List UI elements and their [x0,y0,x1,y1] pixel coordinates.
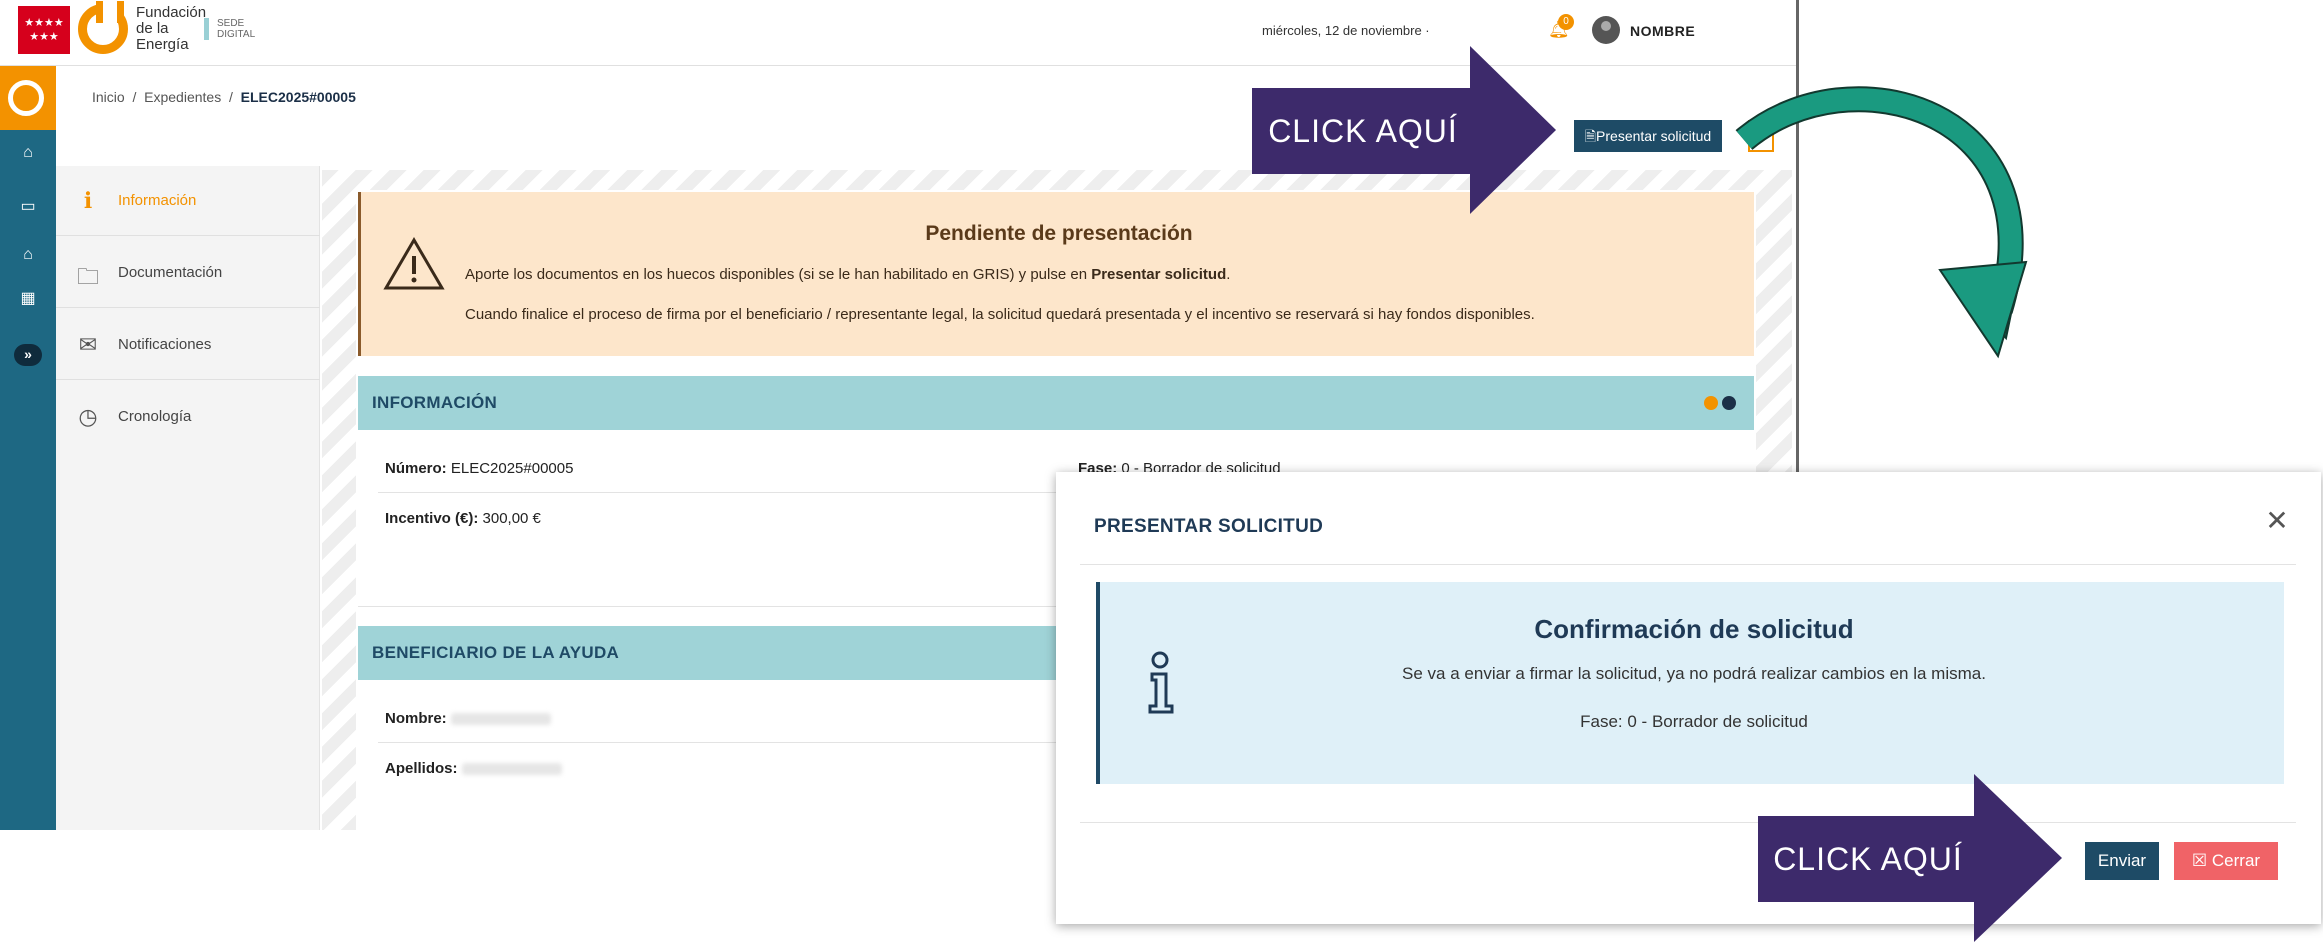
cerrar-button[interactable]: ☒ Cerrar [2174,842,2278,880]
rail-logo[interactable] [0,66,56,130]
submenu-label: Cronología [118,408,192,425]
breadcrumb-separator: / [228,89,233,105]
breadcrumb-separator: / [132,89,137,105]
click-here-callout: CLICK AQUÍ [1758,816,1978,902]
envelope-icon: ✉ [78,332,98,357]
breadcrumb-home[interactable]: Inicio [92,89,125,105]
warning-text-part: Aporte los documentos en los huecos disp… [465,266,1092,283]
expand-icon[interactable]: » [14,344,42,366]
submenu-item-documentacion[interactable]: 🗀 Documentación [56,238,320,308]
archive-icon[interactable]: ▭ [15,196,41,216]
blurred-value [461,763,562,776]
callout-arrowhead [1470,46,1556,214]
numero-field: Número: ELEC2025#00005 [385,460,573,477]
blurred-value [450,713,551,726]
folder-icon: 🗀 [76,264,99,289]
info-panel-header[interactable]: INFORMACIÓN [358,376,1754,430]
panel-title: INFORMACIÓN [372,393,498,412]
warning-text: Cuando finalice el proceso de firma por … [465,306,1535,323]
callout-arrowhead [1974,774,2062,942]
submenu-label: Documentación [118,264,223,281]
store-icon[interactable]: ⌂ [15,246,41,266]
modal-title: PRESENTAR SOLICITUD [1094,516,1324,537]
submenu-item-informacion[interactable]: ℹ Información [56,166,320,236]
flow-arrow [1735,86,2028,359]
warning-text: Aporte los documentos en los huecos disp… [465,266,1230,283]
submenu-item-notificaciones[interactable]: ✉ Notificaciones [56,310,320,380]
presentar-solicitud-modal: PRESENTAR SOLICITUD ✕ Confirmación de so… [1056,472,2321,924]
warning-text-part: . [1226,266,1231,283]
warning-title: Pendiente de presentación [925,222,1193,245]
comunidad-madrid-logo: ★★★★ ★★★ [18,6,70,54]
sede-digital-label: SEDE DIGITAL [204,18,255,40]
submenu-label: Notificaciones [118,336,212,353]
brand-line: Energía [136,36,189,53]
field-label: Incentivo (€): [385,510,479,527]
divider [358,606,1058,607]
divider [378,492,1078,493]
submenu-label: Información [118,192,197,209]
field-value: ELEC2025#00005 [450,460,574,477]
home-icon[interactable]: ⌂ [15,144,41,164]
confirm-message: Se va a enviar a firmar la solicitud, ya… [1402,664,1986,683]
field-label: Apellidos: [385,760,458,777]
panel-title: BENEFICIARIO DE LA AYUDA [372,643,620,662]
breadcrumb-expedientes[interactable]: Expedientes [144,89,221,105]
confirm-phase: Fase: 0 - Borrador de solicitud [1580,712,1808,731]
submenu-item-cronologia[interactable]: ◷ Cronología [56,382,320,452]
current-date: miércoles, 12 de noviembre · [1262,23,1430,38]
left-rail [0,66,56,830]
brand-name: Fundación de la Energía [136,5,206,53]
enviar-button[interactable]: Enviar [2085,842,2159,880]
close-icon: ☒ [2191,851,2208,870]
button-label: Cerrar [2211,851,2261,870]
info-icon: ℹ [83,188,93,213]
click-here-callout: CLICK AQUÍ [1252,88,1474,174]
brand-line: de la [136,20,169,37]
building-icon[interactable]: ▦ [15,288,41,308]
clock-icon: ◷ [78,404,98,429]
nombre-field: Nombre: [385,710,551,727]
field-label: Número: [385,460,447,477]
field-label: Nombre: [385,710,447,727]
notification-badge: 0 [1558,14,1574,30]
button-label: Presentar solicitud [1596,128,1712,144]
presentar-solicitud-button[interactable]: 🗎Presentar solicitud [1574,120,1722,152]
incentivo-field: Incentivo (€): 300,00 € [385,510,541,527]
expediente-submenu: ℹ Información 🗀 Documentación ✉ Notifica… [56,166,320,830]
expand-icon[interactable] [1704,396,1718,410]
apellidos-field: Apellidos: [385,760,562,777]
close-icon[interactable]: ✕ [2262,506,2292,536]
divider [1080,822,2296,823]
warning-text-bold: Presentar solicitud [1091,266,1227,283]
avatar[interactable] [1592,16,1620,44]
sede-line: DIGITAL [217,29,256,40]
user-name[interactable]: NOMBRE [1630,23,1695,39]
fundacion-energia-logo [78,1,128,54]
confirm-title: Confirmación de solicitud [1534,614,1854,644]
brand-line: Fundación [136,4,207,21]
pending-warning: Pendiente de presentación Aporte los doc… [358,192,1754,356]
breadcrumb: Inicio / Expedientes / ELEC2025#00005 [92,89,356,105]
confirmation-box: Confirmación de solicitud Se va a enviar… [1096,582,2284,784]
sede-line: SEDE [217,18,245,29]
divider [1080,564,2296,565]
document-icon: 🗎 [1584,128,1597,144]
field-value: 300,00 € [482,510,541,527]
divider [378,742,1078,743]
breadcrumb-current: ELEC2025#00005 [240,89,356,105]
